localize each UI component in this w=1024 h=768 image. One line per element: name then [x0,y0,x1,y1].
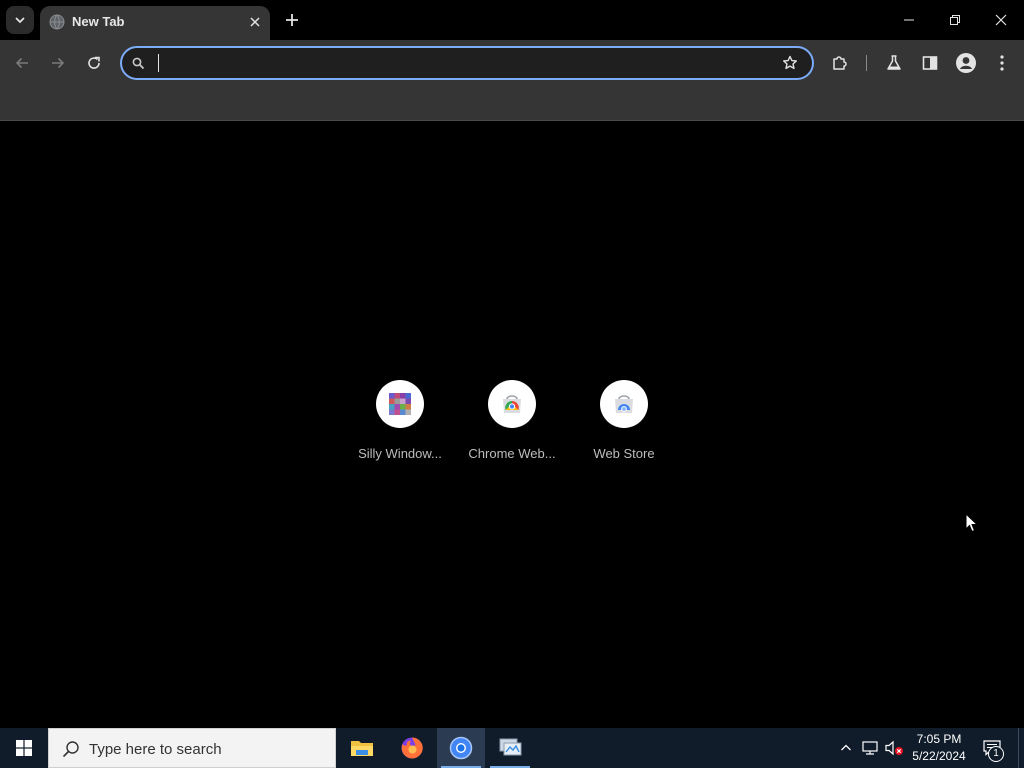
forward-button[interactable] [44,49,72,77]
notification-badge: 1 [988,746,1004,762]
silly-window-icon [376,380,424,428]
close-icon [995,14,1007,26]
close-icon [250,17,260,27]
arrow-left-icon [15,57,28,69]
folder-icon [351,741,373,756]
clock-time: 7:05 PM [916,732,962,746]
chrome-web-store-icon [488,380,536,428]
reload-icon [88,56,100,69]
toolbar [0,40,1024,86]
close-window-button[interactable] [978,0,1024,40]
more-vert-icon [1000,55,1004,71]
firefox-icon [401,737,423,759]
bookmarks-bar [0,86,1024,121]
tray-volume-button[interactable] [884,738,904,758]
new-tab-page: Silly Window... Chrome Web... Web Store [0,121,1024,728]
tab-close-button[interactable] [246,13,264,31]
minimize-icon [904,19,914,21]
tray-overflow-button[interactable] [836,738,856,758]
shortcut-label: Silly Window... [358,446,442,461]
system-clock[interactable]: 7:05 PM 5/22/2024 [906,731,972,767]
text-caret [158,54,159,72]
star-icon [783,55,797,70]
chevron-down-icon [15,17,25,24]
taskbar-app-file-explorer[interactable] [338,728,386,768]
back-button[interactable] [8,49,36,77]
title-bar: New Tab [0,0,1024,40]
restore-icon [950,15,960,25]
tab-title: New Tab [72,14,125,29]
tab-search-button[interactable] [6,6,34,34]
side-panel-icon [922,56,938,70]
toolbar-separator [866,55,867,71]
chevron-up-icon [841,744,851,751]
plus-icon [286,14,298,26]
menu-button[interactable] [988,49,1016,77]
minimize-button[interactable] [886,0,932,40]
taskbar-search-placeholder: Type here to search [89,741,222,758]
address-bar[interactable] [120,46,814,80]
start-button[interactable] [0,728,48,768]
labs-button[interactable] [880,49,908,77]
taskbar-app-chrome[interactable] [437,728,485,768]
extensions-button[interactable] [826,49,854,77]
profile-button[interactable] [952,49,980,77]
flask-icon [887,55,901,70]
chrome-icon [449,736,473,760]
shortcut-tile[interactable]: Silly Window... [352,380,448,470]
puzzle-icon [833,56,847,70]
avatar-icon [956,53,976,73]
taskbar-app-firefox[interactable] [388,728,436,768]
shortcut-label: Web Store [593,446,655,461]
search-icon [61,739,81,759]
restore-button[interactable] [932,0,978,40]
reload-button[interactable] [80,49,108,77]
search-icon [131,56,145,70]
shortcut-tile[interactable]: Web Store [576,380,672,470]
address-input[interactable] [156,52,766,74]
new-tab-button[interactable] [280,8,304,32]
side-panel-button[interactable] [916,49,944,77]
volume-muted-icon [885,740,903,756]
bookmark-star-button[interactable] [778,51,802,75]
clock-date: 5/22/2024 [912,749,966,763]
show-desktop-button[interactable] [1018,728,1024,768]
tray-network-button[interactable] [860,738,880,758]
mouse-pointer-icon [965,513,979,533]
shortcut-label: Chrome Web... [468,446,556,461]
windows-logo-icon [16,740,32,756]
tab-new-tab[interactable]: New Tab [40,6,270,40]
taskbar: Type here to search 7:05 PM 5/22/2024 1 [0,728,1024,768]
network-icon [862,741,878,755]
screen: New Tab Silly Window... Chrome Web... We… [0,0,1024,768]
taskbar-app-network[interactable] [486,728,534,768]
arrow-right-icon [52,57,65,69]
globe-icon [49,14,65,30]
taskbar-search-box[interactable]: Type here to search [48,728,336,768]
web-store-icon [600,380,648,428]
shortcut-tile[interactable]: Chrome Web... [464,380,560,470]
network-app-icon [499,738,522,756]
